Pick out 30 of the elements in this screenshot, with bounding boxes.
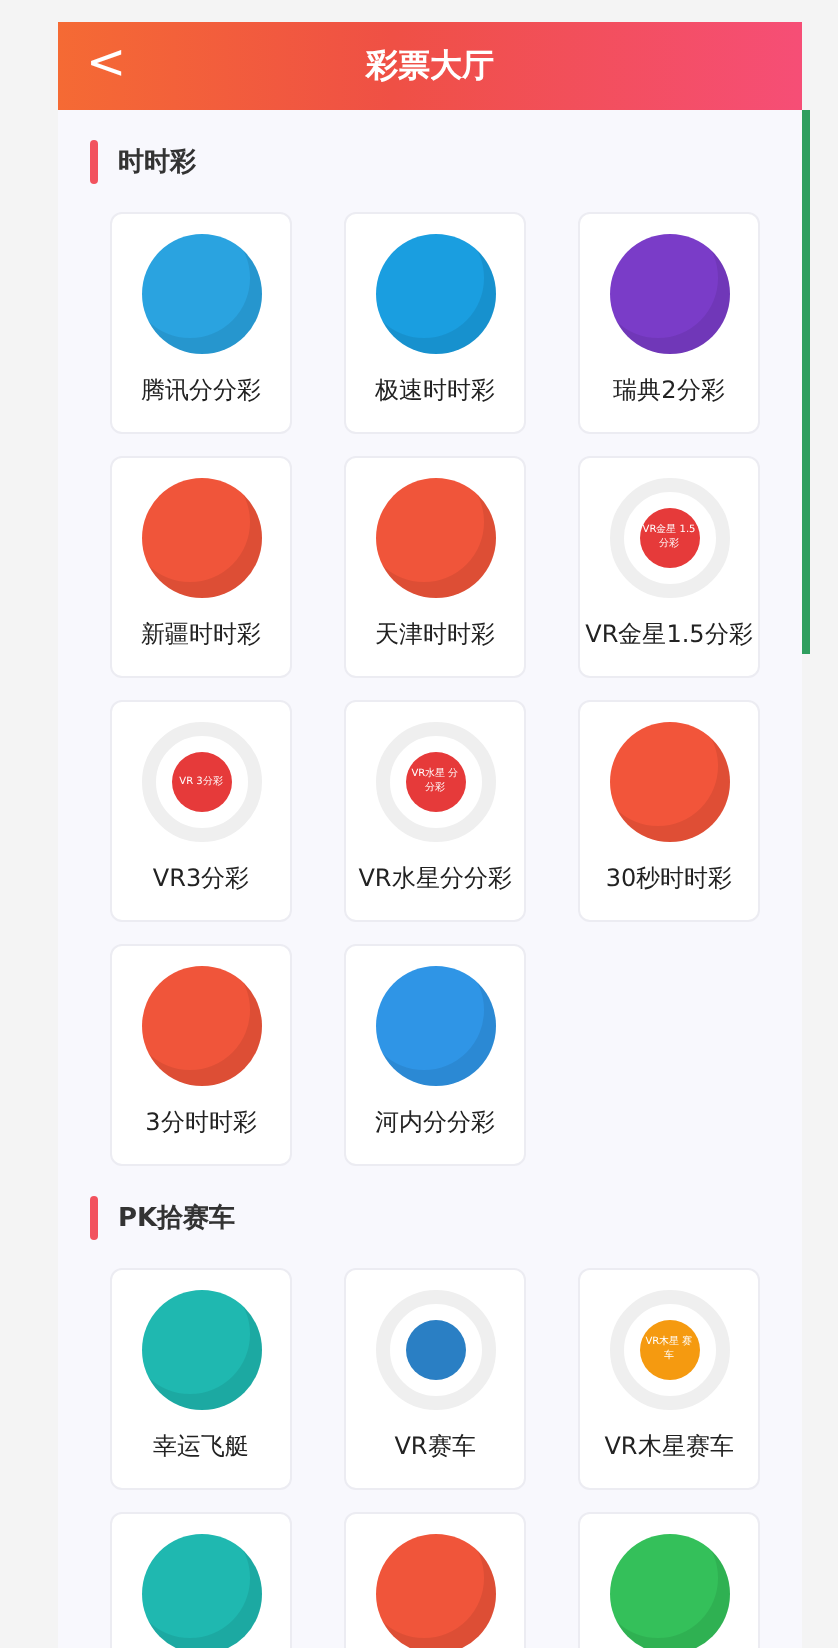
section-marker bbox=[90, 1196, 98, 1240]
game-name: 河内分分彩 bbox=[375, 1106, 495, 1140]
section-marker bbox=[90, 140, 98, 184]
page-title: 彩票大厅 bbox=[366, 45, 494, 87]
game-card[interactable]: 极速时时彩 bbox=[344, 212, 526, 434]
game-name: 幸运飞艇 bbox=[153, 1430, 249, 1464]
game-card[interactable]: 瑞典2分彩 bbox=[578, 212, 760, 434]
game-name: 瑞典2分彩 bbox=[613, 374, 725, 408]
section-title: PK拾赛车 bbox=[118, 1201, 236, 1236]
game-name: 3分时时彩 bbox=[145, 1106, 257, 1140]
game-card[interactable]: VR赛车 bbox=[344, 1268, 526, 1490]
game-name: 极速时时彩 bbox=[375, 374, 495, 408]
game-card[interactable]: 天津时时彩 bbox=[344, 456, 526, 678]
game-card[interactable]: 30秒时时彩 bbox=[578, 700, 760, 922]
game-card[interactable]: 河内分分彩 bbox=[344, 944, 526, 1166]
game-card[interactable]: 新疆时时彩 bbox=[110, 456, 292, 678]
game-name: VR木星赛车 bbox=[604, 1430, 734, 1464]
game-card[interactable]: 3分时时彩 bbox=[110, 944, 292, 1166]
game-name: 天津时时彩 bbox=[375, 618, 495, 652]
game-name: 30秒时时彩 bbox=[605, 862, 733, 896]
game-name: 腾讯分分彩 bbox=[141, 374, 261, 408]
game-name: 新疆时时彩 bbox=[141, 618, 261, 652]
game-name: VR3分彩 bbox=[152, 862, 250, 896]
game-name: VR赛车 bbox=[394, 1430, 476, 1464]
game-card[interactable]: 腾讯分分彩 bbox=[110, 212, 292, 434]
game-name: VR水星分分彩 bbox=[358, 862, 512, 896]
scrollbar-thumb[interactable] bbox=[802, 110, 810, 654]
section-title: 时时彩 bbox=[118, 146, 196, 180]
game-card[interactable]: 幸运飞艇 bbox=[110, 1268, 292, 1490]
game-name: VR金星1.5分彩 bbox=[585, 618, 753, 652]
